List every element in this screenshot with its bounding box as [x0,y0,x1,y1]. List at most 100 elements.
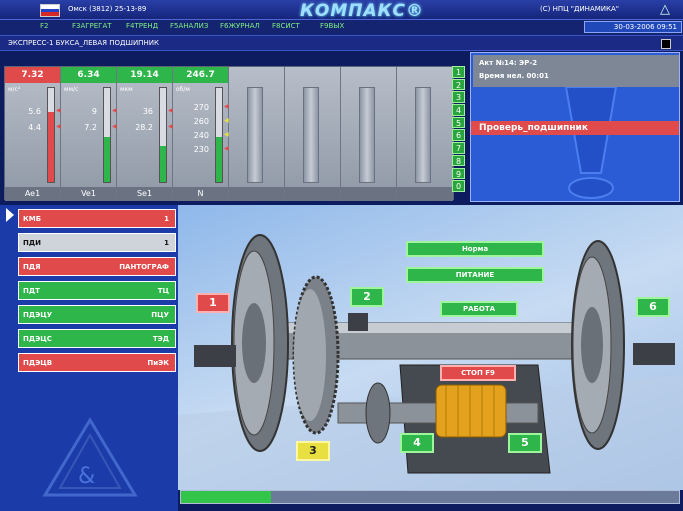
gauge-tick-label: 270 [193,103,209,112]
gauge-name-empty [397,187,452,201]
status-normal[interactable]: Норма [406,241,544,257]
gauge-name: N [173,187,228,201]
dynamics-logo-icon: △ [660,2,670,17]
empty-gauge-slot [247,87,263,183]
channel-button-1[interactable]: 1 [452,66,465,78]
menu-f2[interactable]: F2 [40,22,48,30]
sensor-row-1[interactable]: КМБ 1 [18,209,176,228]
sensor-row-3[interactable]: ПДЯ ПАНТОГРАФ [18,257,176,276]
gauge-unit: мкм [120,86,133,93]
channel-button-5[interactable]: 5 [452,116,465,129]
sensor-row-2[interactable]: ПДИ 1 [18,233,176,252]
empty-gauge-slot [303,87,319,183]
channel-button-2[interactable]: 2 [452,78,465,91]
sensor-value: ПиЭК [147,359,169,367]
gauge-tick-label: 28.2 [135,123,153,132]
gauge-value: 6.34 [61,67,116,83]
sensor-label: ПДТ [23,287,40,295]
point-2-button[interactable]: 2 [350,287,384,307]
kompaks-logo: КОМПАКС® [300,1,425,21]
gauge-8 [397,67,453,201]
phone-number: Омск (3812) 25-13-89 [68,5,147,13]
sensor-label: ПДЭЦУ [23,311,53,319]
company-name: (С) НПЦ "ДИНАМИКА" [540,5,619,13]
menu-f8-system[interactable]: F8СИСТ [272,22,300,30]
menu-f4-trend[interactable]: F4ТРЕНД [126,22,158,30]
sensor-row-5[interactable]: ПДЭЦУ ПЦУ [18,305,176,324]
status-power[interactable]: ПИТАНИЕ [406,267,544,283]
point-1-button[interactable]: 1 [196,293,230,313]
svg-text:&: & [78,464,95,489]
gauge-value: 246.7 [173,67,228,83]
channel-button-4[interactable]: 4 [452,104,465,116]
gauge-value: 19.14 [117,67,172,83]
point-4-button[interactable]: 4 [400,433,434,453]
progress-bar [180,490,680,504]
black-square-icon[interactable] [661,39,671,49]
sensor-value: ТЦ [157,287,169,295]
gauge-bar [159,87,167,183]
gauge-3: 19.14 мкм Se1 36 ◀ 28.2 ◀ [117,67,173,201]
gauge-tick-label: 230 [193,145,209,154]
point-6-button[interactable]: 6 [636,297,670,317]
sensor-row-4[interactable]: ПДТ ТЦ [18,281,176,300]
gauge-bar [103,87,111,183]
channel-button-9[interactable]: 9 [452,167,465,179]
channel-button-3[interactable]: 3 [452,91,465,103]
gauge-tick-label: 4.4 [28,123,41,132]
stop-button[interactable]: СТОП F9 [440,365,516,381]
sensor-value: ТЭД [152,335,169,343]
gauge-6 [285,67,341,201]
sensor-label: КМБ [23,215,42,223]
threshold-marker-icon: ◀ [224,145,229,152]
point-3-button[interactable]: 3 [296,441,330,461]
threshold-marker-icon: ◀ [224,103,229,110]
threshold-marker-icon: ◀ [112,123,117,130]
menu-f9-exit[interactable]: F9ВЫХ [320,22,344,30]
gauge-name: Se1 [117,187,172,201]
threshold-marker-icon: ◀ [168,123,173,130]
sensor-label: ПДЭЦВ [23,359,53,367]
threshold-marker-icon: ◀ [112,107,117,114]
gauge-unit: мм/с [64,86,79,93]
status-operation[interactable]: РАБОТА [440,301,518,317]
threshold-marker-icon: ◀ [56,123,61,130]
gauge-1: 7.32 м/с² Ae1 5.6 ◀ 4.4 ◀ [5,67,61,201]
sensor-row-6[interactable]: ПДЭЦС ТЭД [18,329,176,348]
channel-button-7[interactable]: 7 [452,142,465,154]
gauge-value: 7.32 [5,67,60,83]
gauge-2: 6.34 мм/с Ve1 9 ◀ 7.2 ◀ [61,67,117,201]
gauge-name-empty [285,187,340,201]
gauge-5 [229,67,285,201]
gauge-unit: м/с² [8,86,21,93]
menu-f6-journal[interactable]: F6ЖУРНАЛ [220,22,260,30]
channel-button-0[interactable]: 0 [452,180,465,192]
sensor-row-7[interactable]: ПДЭЦВ ПиЭК [18,353,176,372]
sensor-value: ПЦУ [151,311,169,319]
gauge-4: 246.7 об/м N 270 ◀ 260 ◀ 240 ◀ 230 ◀ [173,67,229,201]
threshold-marker-icon: ◀ [224,117,229,124]
alert-message: Проверь_подшипник [471,121,679,135]
sensor-label: ПДЯ [23,263,41,271]
act-info-box: Акт №14: ЭР-2 Время нел. 00:01 [473,55,679,87]
wheelset-scene: Норма ПИТАНИЕ РАБОТА СТОП F9 1 2 3 4 5 6 [178,205,683,490]
sensor-value: 1 [164,215,169,223]
gauge-bar [215,87,223,183]
menu-f3-aggregate[interactable]: F3АГРЕГАТ [72,22,112,30]
point-5-button[interactable]: 5 [508,433,542,453]
empty-gauge-slot [415,87,431,183]
channel-button-6[interactable]: 6 [452,129,465,141]
gauge-name: Ve1 [61,187,116,201]
channel-selector: 1234567890 [452,66,466,200]
channel-button-8[interactable]: 8 [452,154,465,167]
gauge-tick-label: 240 [193,131,209,140]
function-menu: F2 F3АГРЕГАТ F4ТРЕНД F5АНАЛИЗ F6ЖУРНАЛ F… [0,20,683,35]
gauge-bar [47,87,55,183]
gauge-bar-fill [160,146,166,182]
title-bar: ЭКСПРЕСС-1 БУКСА_ЛЕВАЯ ПОДШИПНИК [0,35,683,51]
sensor-label: ПДЭЦС [23,335,52,343]
empty-gauge-slot [359,87,375,183]
menu-f5-analysis[interactable]: F5АНАЛИЗ [170,22,208,30]
gauge-tick-label: 36 [142,107,153,116]
selector-pointer-icon [6,208,14,222]
